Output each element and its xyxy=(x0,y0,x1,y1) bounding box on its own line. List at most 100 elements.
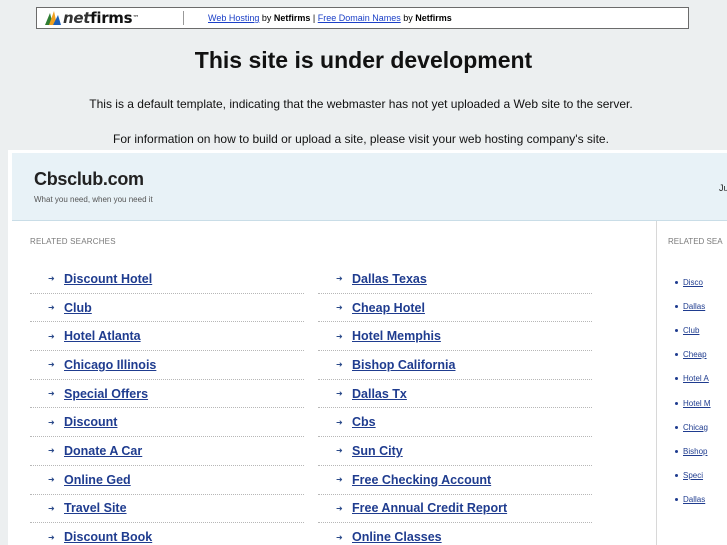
free-domain-link[interactable]: Free Domain Names xyxy=(318,13,401,23)
sidebar-link[interactable]: Cheap xyxy=(683,350,707,359)
search-link[interactable]: Free Annual Credit Report xyxy=(352,501,507,515)
arrow-right-icon: ➜ xyxy=(336,417,343,427)
arrow-right-icon: ➜ xyxy=(336,446,343,456)
search-link[interactable]: Online Classes xyxy=(352,530,442,544)
arrow-right-icon: ➜ xyxy=(336,503,343,513)
sidebar-item: Speci xyxy=(675,464,711,488)
search-link[interactable]: Dallas Tx xyxy=(352,387,407,401)
sidebar-item: Dallas xyxy=(675,488,711,512)
related-searches-label: RELATED SEARCHES xyxy=(30,237,116,246)
list-item: ➜ Discount xyxy=(30,408,304,438)
sidebar-item: Club xyxy=(675,318,711,342)
sidebar-link[interactable]: Speci xyxy=(683,471,703,480)
search-link[interactable]: Club xyxy=(64,301,92,315)
arrow-right-icon: ➜ xyxy=(336,532,343,542)
list-item: ➜ Travel Site xyxy=(30,495,304,524)
sidebar-link[interactable]: Hotel M xyxy=(683,399,711,408)
sidebar-link[interactable]: Club xyxy=(683,326,699,335)
arrow-right-icon: ➜ xyxy=(48,503,55,513)
sidebar-item: Chicag xyxy=(675,415,711,439)
related-right-column: ➜ Dallas Texas ➜ Cheap Hotel ➜ Hotel Memphis ➜… xyxy=(318,265,592,545)
search-link[interactable]: Special Offers xyxy=(64,387,148,401)
sidebar-item: Cheap xyxy=(675,343,711,367)
list-item: ➜ Donate A Car xyxy=(30,437,304,466)
arrow-right-icon: ➜ xyxy=(336,360,343,370)
list-item: ➜ Hotel Memphis xyxy=(318,322,592,352)
bullet-icon xyxy=(675,401,678,405)
sidebar-item: Hotel A xyxy=(675,367,711,391)
bullet-icon xyxy=(675,474,678,478)
notice-text-2: For information on how to build or uploa… xyxy=(113,132,609,146)
sidebar-link[interactable]: Hotel A xyxy=(683,374,709,383)
bullet-icon xyxy=(675,498,678,502)
parked-page-frame: Cbsclub.com What you need, when you need… xyxy=(8,150,727,545)
search-link[interactable]: Cheap Hotel xyxy=(352,301,425,315)
search-link[interactable]: Discount xyxy=(64,415,117,429)
bullet-icon xyxy=(675,304,678,308)
logo-text-net: net xyxy=(63,9,91,27)
arrow-right-icon: ➜ xyxy=(48,274,55,284)
arrow-right-icon: ➜ xyxy=(48,389,55,399)
arrow-right-icon: ➜ xyxy=(336,389,343,399)
bullet-icon xyxy=(675,449,678,453)
list-item: ➜ Discount Hotel xyxy=(30,265,304,294)
search-link[interactable]: Hotel Atlanta xyxy=(64,329,141,343)
bullet-icon xyxy=(675,328,678,332)
netfirms-logo-icon xyxy=(45,11,61,25)
search-link[interactable]: Cbs xyxy=(352,415,376,429)
arrow-right-icon: ➜ xyxy=(48,475,55,485)
sidebar-link[interactable]: Bishop xyxy=(683,447,707,456)
search-link[interactable]: Discount Book xyxy=(64,530,152,544)
search-link[interactable]: Donate A Car xyxy=(64,444,142,458)
list-item: ➜ Bishop California xyxy=(318,351,592,380)
sidebar-link[interactable]: Dallas xyxy=(683,495,705,504)
search-link[interactable]: Chicago Illinois xyxy=(64,358,156,372)
arrow-right-icon: ➜ xyxy=(48,331,55,341)
search-link[interactable]: Hotel Memphis xyxy=(352,329,441,343)
list-item: ➜ Cheap Hotel xyxy=(318,294,592,323)
arrow-right-icon: ➜ xyxy=(48,446,55,456)
list-item: ➜ Online Ged xyxy=(30,466,304,495)
sidebar-item: Disco xyxy=(675,270,711,294)
list-item: ➜ Cbs xyxy=(318,408,592,438)
sidebar-link[interactable]: Disco xyxy=(683,278,703,287)
header-right-text: Ju xyxy=(719,183,727,193)
netfirms-logo[interactable]: net firms ™ xyxy=(37,9,175,27)
by-text-1: by xyxy=(259,13,274,23)
search-link[interactable]: Online Ged xyxy=(64,473,131,487)
arrow-right-icon: ➜ xyxy=(336,303,343,313)
sidebar-item: Bishop xyxy=(675,439,711,463)
sidebar-link[interactable]: Dallas xyxy=(683,302,705,311)
search-link[interactable]: Travel Site xyxy=(64,501,127,515)
search-link[interactable]: Discount Hotel xyxy=(64,272,152,286)
arrow-right-icon: ➜ xyxy=(48,532,55,542)
list-item: ➜ Sun City xyxy=(318,437,592,466)
list-item: ➜ Special Offers xyxy=(30,380,304,409)
bullet-icon xyxy=(675,377,678,381)
search-link[interactable]: Sun City xyxy=(352,444,403,458)
page-title: This site is under development xyxy=(194,47,533,73)
arrow-right-icon: ➜ xyxy=(336,475,343,485)
arrow-right-icon: ➜ xyxy=(48,303,55,313)
search-link[interactable]: Bishop California xyxy=(352,358,455,372)
web-hosting-link[interactable]: Web Hosting xyxy=(208,13,259,23)
site-name[interactable]: Cbsclub.com xyxy=(34,169,144,190)
sidebar-item: Hotel M xyxy=(675,391,711,415)
bar-divider xyxy=(183,11,184,25)
site-header: Cbsclub.com What you need, when you need… xyxy=(12,153,727,221)
list-item: ➜ Dallas Tx xyxy=(318,380,592,409)
search-link[interactable]: Dallas Texas xyxy=(352,272,427,286)
arrow-right-icon: ➜ xyxy=(48,360,55,370)
search-link[interactable]: Free Checking Account xyxy=(352,473,491,487)
bullet-icon xyxy=(675,353,678,357)
notice-text-1: This is a default template, indicating t… xyxy=(89,97,633,111)
sidebar-link[interactable]: Chicag xyxy=(683,423,708,432)
site-tagline: What you need, when you need it xyxy=(34,195,153,204)
list-item: ➜ Free Annual Credit Report xyxy=(318,495,592,524)
netfirms-brand-1: Netfirms xyxy=(273,13,311,23)
sidebar-label: RELATED SEA xyxy=(668,237,723,246)
bullet-icon xyxy=(675,425,678,429)
related-left-column: ➜ Discount Hotel ➜ Club ➜ Hotel Atlanta ➜ Chica… xyxy=(30,265,304,545)
arrow-right-icon: ➜ xyxy=(336,331,343,341)
netfirms-brand-2: Netfirms xyxy=(415,13,452,23)
